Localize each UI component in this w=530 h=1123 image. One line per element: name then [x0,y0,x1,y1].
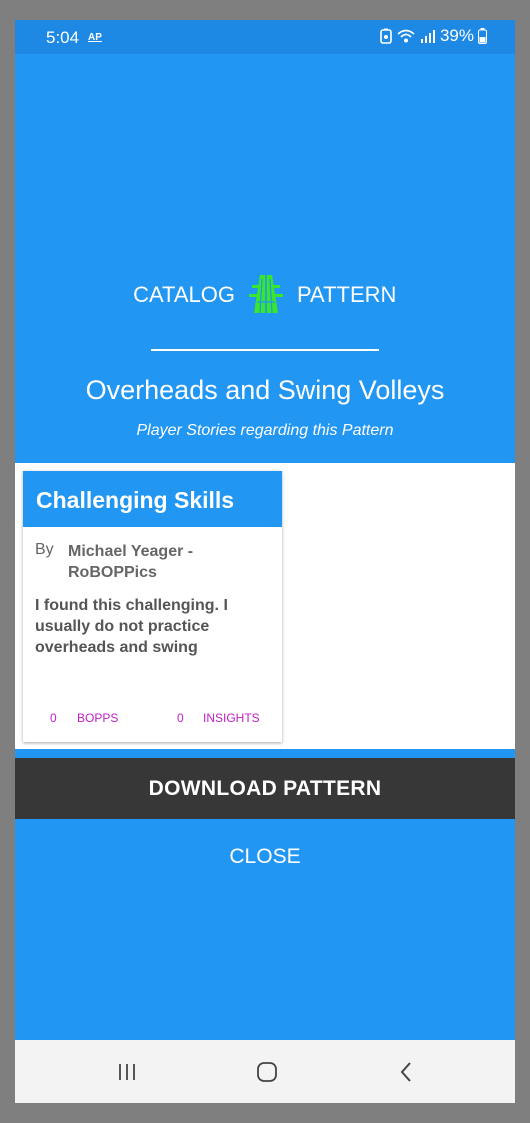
pattern-label: PATTERN [297,282,397,307]
battery-saver-icon [380,28,392,44]
story-by-label: By [35,541,54,558]
battery-percent: 39% [439,26,474,45]
close-button[interactable]: CLOSE [15,845,515,875]
phone-screen: 5:04 AP 39% CATALOG PATTERN Overheads an… [15,20,515,1103]
home-icon[interactable] [255,1060,279,1084]
insights-label[interactable]: INSIGHTS [203,711,260,725]
navigation-bar [15,1040,515,1103]
download-pattern-button[interactable]: DOWNLOAD PATTERN [15,758,515,819]
insights-count[interactable]: 0 [177,711,184,725]
story-title: Challenging Skills [36,487,235,513]
story-card-footer: 0 BOPPS 0 INSIGHTS [23,693,282,742]
story-card-header: Challenging Skills [23,471,282,527]
recent-apps-icon[interactable] [115,1060,139,1084]
brand-header: CATALOG PATTERN [15,272,515,316]
bopps-count[interactable]: 0 [50,711,57,725]
battery-icon [478,28,487,44]
stories-list[interactable]: Challenging Skills By Michael Yeager - R… [15,463,515,749]
page-subtitle: Player Stories regarding this Pattern [136,422,394,439]
signal-icon [420,30,435,43]
story-author: Michael Yeager - RoBOPPics [68,543,194,581]
pattern-court-icon [249,275,283,314]
status-time: 5:04 [46,28,80,47]
status-bar: 5:04 AP 39% [15,20,515,54]
back-icon[interactable] [395,1060,419,1084]
story-card[interactable]: Challenging Skills By Michael Yeager - R… [23,471,282,742]
header-divider [151,349,379,351]
wifi-icon [397,29,415,43]
status-indicators: 39% [380,26,487,46]
app-badge: AP [88,32,102,43]
catalog-label: CATALOG [133,282,235,307]
story-text: I found this challenging. I usually do n… [35,597,228,656]
page-title: Overheads and Swing Volleys [85,375,445,405]
bopps-label[interactable]: BOPPS [77,711,118,725]
